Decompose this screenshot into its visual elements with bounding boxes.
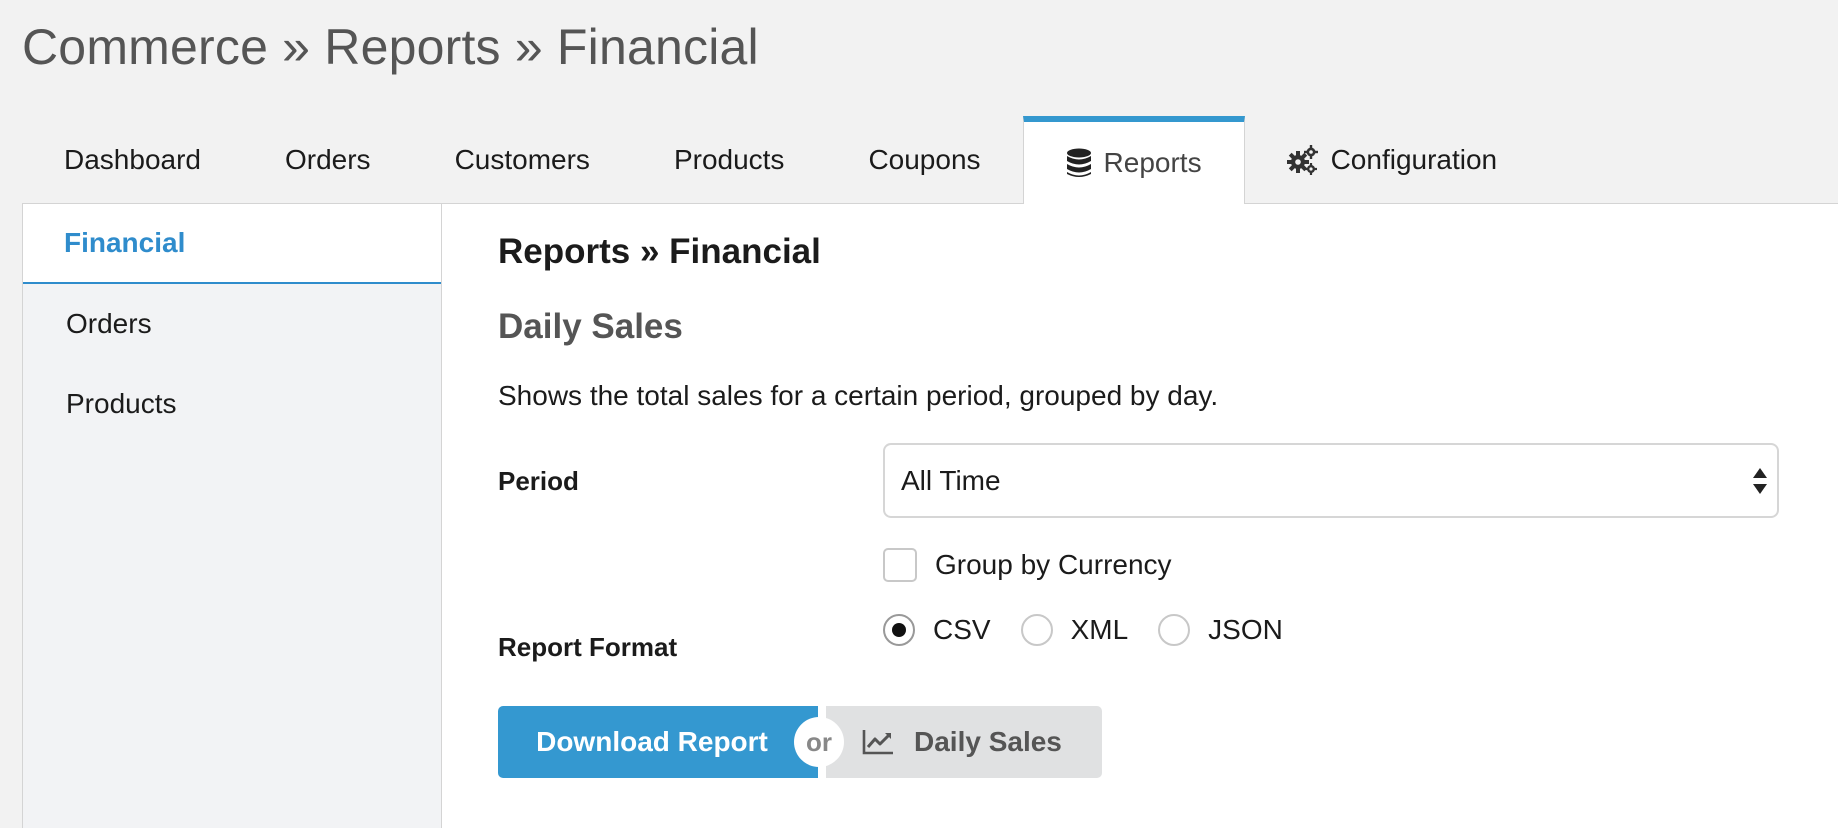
sidebar-item-products[interactable]: Products [23, 364, 441, 444]
tab-customers[interactable]: Customers [413, 116, 632, 204]
format-json-label[interactable]: JSON [1208, 614, 1283, 646]
content-area: Financial Orders Products Reports » Fina… [22, 203, 1838, 828]
tab-label: Dashboard [64, 144, 201, 175]
line-chart-icon [862, 729, 894, 755]
database-icon [1066, 148, 1092, 178]
sidebar-item-label: Financial [64, 227, 186, 258]
period-select[interactable]: All Time [883, 443, 1779, 518]
select-arrows-icon [1751, 465, 1769, 497]
sidebar-item-label: Orders [66, 308, 152, 339]
format-csv-radio[interactable] [883, 614, 915, 646]
report-format-options: CSV XML JSON [883, 614, 1313, 646]
format-xml-label[interactable]: XML [1071, 614, 1129, 646]
tab-dashboard[interactable]: Dashboard [22, 116, 243, 204]
period-label: Period [498, 466, 579, 496]
format-json-radio[interactable] [1158, 614, 1191, 646]
radio-dot [892, 623, 906, 637]
format-csv-label[interactable]: CSV [933, 614, 991, 646]
tab-reports[interactable]: Reports [1022, 116, 1245, 204]
sidebar: Financial Orders Products [23, 204, 442, 828]
section-title: Daily Sales [498, 307, 683, 346]
group-by-currency-label[interactable]: Group by Currency [935, 549, 1172, 581]
tab-orders[interactable]: Orders [243, 116, 413, 204]
download-report-button[interactable]: Download Report [498, 706, 818, 778]
download-report-label: Download Report [536, 726, 768, 757]
breadcrumb: Reports » Financial [498, 232, 821, 271]
tab-label: Orders [284, 144, 371, 175]
report-format-label: Report Format [498, 632, 678, 662]
group-by-currency-checkbox[interactable] [883, 548, 917, 582]
tab-coupons[interactable]: Coupons [826, 116, 1022, 204]
group-by-currency-row: Group by Currency [883, 548, 1172, 582]
tab-label: Configuration [1330, 144, 1498, 175]
report-description: Shows the total sales for a certain peri… [498, 380, 1219, 411]
or-divider: or [794, 717, 844, 767]
period-select-value: All Time [901, 464, 1001, 496]
tab-label: Reports [1103, 147, 1202, 178]
tab-label: Coupons [868, 144, 981, 175]
daily-sales-label: Daily Sales [914, 726, 1062, 757]
format-xml-radio[interactable] [1020, 614, 1053, 646]
tab-label: Products [673, 144, 785, 175]
tab-products[interactable]: Products [632, 116, 827, 204]
sidebar-item-financial[interactable]: Financial [23, 204, 441, 284]
tab-configuration[interactable]: Configuration [1245, 116, 1540, 204]
main-tabs: Dashboard Orders Customers Products Coup… [22, 116, 1539, 204]
tab-label: Customers [454, 144, 590, 175]
gears-icon [1286, 145, 1319, 175]
sidebar-item-label: Products [66, 388, 177, 419]
daily-sales-chart-button[interactable]: Daily Sales [826, 706, 1102, 778]
page-title: Commerce » Reports » Financial [22, 19, 759, 75]
action-buttons: Download Report or Daily Sales [498, 706, 1102, 778]
sidebar-item-orders[interactable]: Orders [23, 284, 441, 364]
